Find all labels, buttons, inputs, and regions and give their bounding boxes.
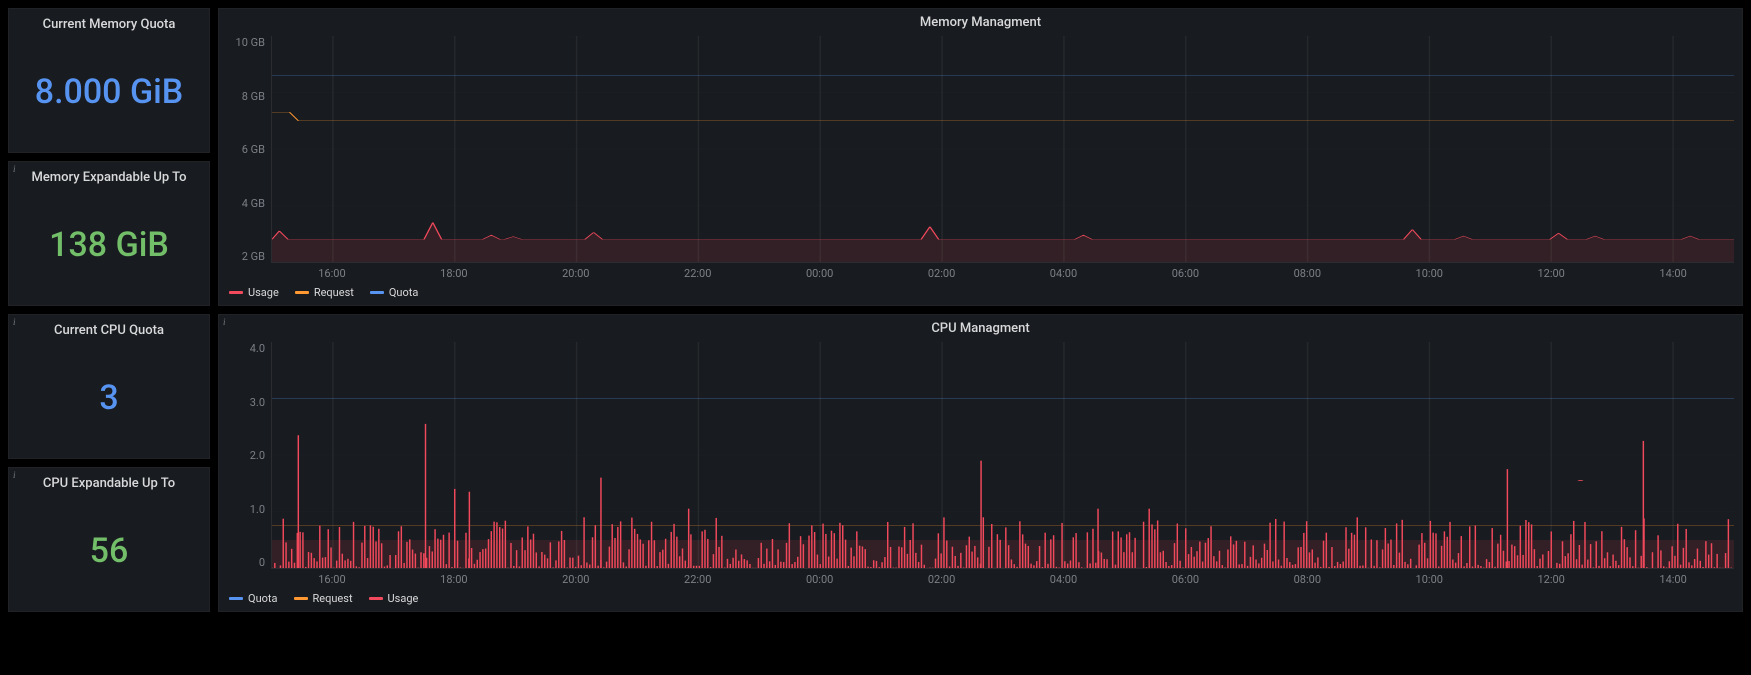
x-tick: 04:00 bbox=[1003, 267, 1125, 280]
legend-label: Quota bbox=[389, 286, 419, 299]
y-tick: 4.0 bbox=[227, 342, 265, 355]
y-tick: 1.0 bbox=[227, 503, 265, 516]
y-tick: 6 GB bbox=[227, 143, 265, 156]
info-icon[interactable]: i bbox=[13, 317, 16, 327]
stat-value: 8.000 GiB bbox=[9, 32, 209, 152]
chart-title: CPU Managment bbox=[219, 315, 1742, 338]
x-tick: 18:00 bbox=[393, 573, 515, 586]
panel-current-memory-quota[interactable]: Current Memory Quota 8.000 GiB bbox=[8, 8, 210, 153]
x-axis: 16:0018:0020:0022:0000:0002:0004:0006:00… bbox=[219, 263, 1742, 280]
x-tick: 12:00 bbox=[1490, 573, 1612, 586]
y-tick: 3.0 bbox=[227, 396, 265, 409]
y-axis: 4.0 3.0 2.0 1.0 0 bbox=[227, 342, 271, 569]
y-tick: 4 GB bbox=[227, 197, 265, 210]
legend-swatch bbox=[370, 291, 384, 294]
stat-value: 138 GiB bbox=[9, 185, 209, 305]
chart-plot[interactable] bbox=[271, 36, 1734, 263]
x-tick: 14:00 bbox=[1612, 573, 1734, 586]
panel-memory-expandable[interactable]: i Memory Expandable Up To 138 GiB bbox=[8, 161, 210, 306]
legend-swatch bbox=[229, 291, 243, 294]
panel-memory-management[interactable]: Memory Managment 10 GB 8 GB 6 GB 4 GB 2 GB 1… bbox=[218, 8, 1743, 306]
x-tick: 16:00 bbox=[271, 573, 393, 586]
x-tick: 10:00 bbox=[1368, 573, 1490, 586]
legend-label: Usage bbox=[388, 592, 419, 605]
legend-swatch bbox=[369, 597, 383, 600]
info-icon[interactable]: i bbox=[223, 317, 226, 327]
x-tick: 08:00 bbox=[1246, 267, 1368, 280]
y-tick: 0 bbox=[227, 556, 265, 569]
stat-title: Current CPU Quota bbox=[9, 315, 209, 338]
x-tick: 02:00 bbox=[881, 267, 1003, 280]
panel-cpu-expandable[interactable]: i CPU Expandable Up To 56 bbox=[8, 467, 210, 612]
x-tick: 10:00 bbox=[1368, 267, 1490, 280]
x-tick: 14:00 bbox=[1612, 267, 1734, 280]
x-tick: 22:00 bbox=[637, 573, 759, 586]
x-tick: 00:00 bbox=[759, 573, 881, 586]
legend-item-usage[interactable]: Usage bbox=[369, 592, 419, 605]
x-tick: 04:00 bbox=[1003, 573, 1125, 586]
stat-title: Current Memory Quota bbox=[9, 9, 209, 32]
x-tick: 00:00 bbox=[759, 267, 881, 280]
x-tick: 20:00 bbox=[515, 267, 637, 280]
legend-item-request[interactable]: Request bbox=[294, 592, 353, 605]
y-axis: 10 GB 8 GB 6 GB 4 GB 2 GB bbox=[227, 36, 271, 263]
x-tick: 06:00 bbox=[1124, 573, 1246, 586]
y-tick: 2 GB bbox=[227, 250, 265, 263]
chart-title: Memory Managment bbox=[219, 9, 1742, 32]
stat-value: 56 bbox=[9, 491, 209, 611]
legend-label: Request bbox=[314, 286, 354, 299]
dashboard-grid: Current Memory Quota 8.000 GiB Memory Ma… bbox=[0, 0, 1751, 675]
chart-legend: Usage Request Quota bbox=[219, 280, 1742, 305]
legend-swatch bbox=[295, 291, 309, 294]
legend-item-quota[interactable]: Quota bbox=[229, 592, 278, 605]
info-icon[interactable]: i bbox=[13, 470, 16, 480]
chart-plot[interactable] bbox=[271, 342, 1734, 569]
x-tick: 08:00 bbox=[1246, 573, 1368, 586]
x-tick: 22:00 bbox=[637, 267, 759, 280]
x-tick: 06:00 bbox=[1124, 267, 1246, 280]
chart-body: 10 GB 8 GB 6 GB 4 GB 2 GB bbox=[219, 32, 1742, 263]
legend-item-usage[interactable]: Usage bbox=[229, 286, 279, 299]
y-tick: 8 GB bbox=[227, 90, 265, 103]
stat-value: 3 bbox=[9, 338, 209, 458]
info-icon[interactable]: i bbox=[13, 164, 16, 174]
panel-cpu-management[interactable]: i CPU Managment 4.0 3.0 2.0 1.0 0 16:0018:00… bbox=[218, 314, 1743, 612]
stat-title: CPU Expandable Up To bbox=[9, 468, 209, 491]
legend-swatch bbox=[294, 597, 308, 600]
panel-current-cpu-quota[interactable]: i Current CPU Quota 3 bbox=[8, 314, 210, 459]
legend-label: Usage bbox=[248, 286, 279, 299]
x-tick: 02:00 bbox=[881, 573, 1003, 586]
x-axis: 16:0018:0020:0022:0000:0002:0004:0006:00… bbox=[219, 569, 1742, 586]
legend-swatch bbox=[229, 597, 243, 600]
legend-label: Request bbox=[313, 592, 353, 605]
legend-label: Quota bbox=[248, 592, 278, 605]
x-tick: 18:00 bbox=[393, 267, 515, 280]
x-tick: 20:00 bbox=[515, 573, 637, 586]
x-tick: 12:00 bbox=[1490, 267, 1612, 280]
legend-item-quota[interactable]: Quota bbox=[370, 286, 419, 299]
chart-body: 4.0 3.0 2.0 1.0 0 bbox=[219, 338, 1742, 569]
legend-item-request[interactable]: Request bbox=[295, 286, 354, 299]
y-tick: 10 GB bbox=[227, 36, 265, 49]
y-tick: 2.0 bbox=[227, 449, 265, 462]
chart-legend: Quota Request Usage bbox=[219, 586, 1742, 611]
x-tick: 16:00 bbox=[271, 267, 393, 280]
stat-title: Memory Expandable Up To bbox=[9, 162, 209, 185]
